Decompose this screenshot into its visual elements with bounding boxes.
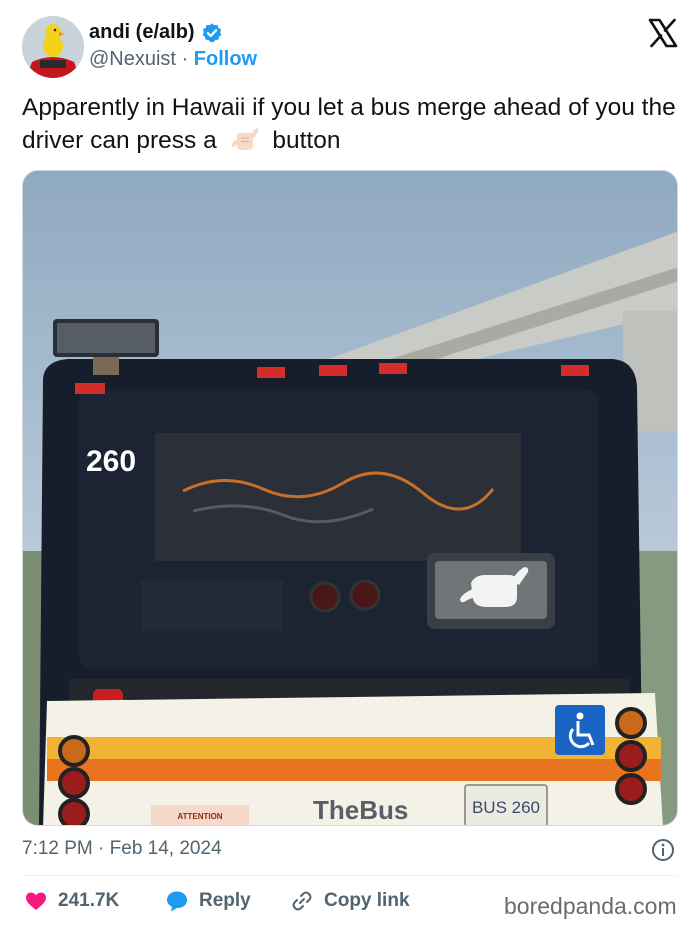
display-name-text: andi (e/alb) [89, 21, 195, 43]
watermark: boredpanda.com [504, 893, 677, 919]
display-name[interactable]: andi (e/alb) [89, 21, 223, 44]
avatar[interactable] [22, 16, 84, 78]
bus-photo: 260 ATTENTION TheBus BUS 260 [23, 171, 677, 825]
shaka-emoji-icon [230, 128, 259, 150]
avatar-image [22, 16, 84, 78]
tweet-time: 7:12 PM [22, 838, 93, 859]
tweet-card: andi (e/alb) @Nexuist · Follow Apparentl… [0, 0, 700, 929]
attention-sticker-text: ATTENTION [177, 812, 222, 821]
tweet-text: Apparently in Hawaii if you let a bus me… [22, 92, 682, 157]
timestamp[interactable]: 7:12 PM · Feb 14, 2024 [22, 838, 222, 860]
copy-link-button[interactable]: Copy link [290, 888, 410, 914]
follow-button[interactable]: Follow [194, 48, 257, 70]
reply-bubble-icon [167, 891, 187, 912]
bus-number: 260 [86, 445, 136, 478]
divider [22, 875, 678, 876]
heart-icon [26, 892, 46, 910]
handle[interactable]: @Nexuist [89, 48, 176, 70]
like-count: 241.7K [58, 890, 120, 911]
copy-link-label: Copy link [324, 890, 410, 911]
timestamp-separator: · [98, 838, 105, 859]
handle-line: @Nexuist · Follow [89, 48, 257, 71]
tweet-text-part-1: Apparently in Hawaii if you let a bus me… [22, 94, 676, 154]
handle-separator: · [181, 48, 189, 70]
reply-button[interactable]: Reply [165, 888, 251, 914]
reply-label: Reply [199, 890, 251, 911]
tweet-photo[interactable]: 260 ATTENTION TheBus BUS 260 [22, 170, 678, 826]
tweet-text-part-2: button [272, 127, 341, 154]
verified-badge-icon [202, 22, 222, 42]
bus-logo-text: TheBus [313, 795, 408, 825]
like-button[interactable]: 241.7K [24, 888, 119, 914]
info-icon[interactable] [651, 838, 675, 862]
tweet-date: Feb 14, 2024 [109, 838, 222, 859]
x-logo-icon[interactable] [648, 18, 678, 48]
link-icon [292, 891, 312, 911]
license-plate-text: BUS 260 [472, 798, 540, 817]
